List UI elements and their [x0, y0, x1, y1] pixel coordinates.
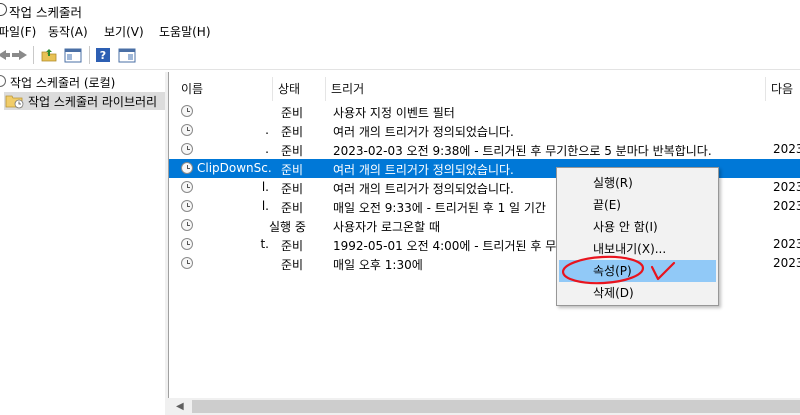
tree-item-task-scheduler-library[interactable]: 작업 스케줄러 라이브러리 — [4, 92, 165, 110]
menu-item-run[interactable]: 실행(R) — [559, 172, 716, 194]
list-header: 이름 상태 트리거 다음 — [169, 77, 800, 101]
task-clock-icon — [181, 124, 193, 136]
task-trigger: 사용자 지정 이벤트 필터 — [333, 106, 455, 120]
task-clock-icon — [181, 143, 193, 155]
task-clock-icon — [181, 162, 193, 174]
svg-text:?: ? — [100, 49, 106, 62]
task-name: ClipDownSc... — [197, 161, 273, 175]
task-status: 준비 — [281, 163, 304, 177]
column-header-triggers[interactable]: 트리거 — [326, 77, 766, 101]
task-next-run: 2023 — [773, 142, 800, 156]
task-clock-icon — [181, 238, 193, 250]
task-status: 준비 — [281, 182, 304, 196]
task-status: 준비 — [281, 125, 304, 139]
task-status: 준비 — [281, 144, 304, 158]
task-next-run: 2023 — [773, 237, 800, 251]
scrollbar-thumb[interactable] — [192, 400, 800, 413]
task-clock-icon — [181, 181, 193, 193]
back-arrow-icon[interactable] — [0, 46, 10, 64]
task-status: 준비 — [281, 106, 304, 120]
window-title: 작업 스케줄러 — [9, 5, 82, 20]
folder-clock-icon — [5, 95, 24, 109]
menu-action[interactable]: 동작(A) — [48, 23, 88, 40]
task-scheduler-icon — [0, 75, 6, 87]
menu-file[interactable]: 파일(F) — [0, 23, 36, 40]
scroll-left-icon[interactable]: ◀ — [176, 401, 184, 412]
menu-bar: 파일(F) 동작(A) 보기(V) 도움말(H) — [0, 21, 800, 41]
task-trigger: 여러 개의 트리거가 정의되었습니다. — [333, 125, 514, 139]
horizontal-scrollbar[interactable]: ◀ — [168, 398, 800, 415]
column-header-status[interactable]: 상태 — [273, 77, 326, 101]
task-name: . — [265, 142, 269, 156]
title-bar: 작업 스케줄러 — [0, 0, 800, 21]
menu-help[interactable]: 도움말(H) — [159, 23, 211, 40]
task-name: . — [265, 123, 269, 137]
folder-up-icon[interactable] — [40, 46, 58, 64]
show-hide-console-tree-icon[interactable] — [63, 46, 83, 64]
task-clock-icon — [181, 105, 193, 117]
forward-arrow-icon[interactable] — [10, 46, 28, 64]
tree-item-label: 작업 스케줄러 (로컬) — [10, 76, 116, 90]
context-menu: 실행(R) 끝(E) 사용 안 함(I) 내보내기(X)... 속성(P) 삭제… — [556, 167, 719, 306]
task-name: l. — [261, 199, 269, 213]
menu-item-delete[interactable]: 삭제(D) — [559, 282, 716, 304]
task-clock-icon — [181, 200, 193, 212]
menu-item-export[interactable]: 내보내기(X)... — [559, 238, 716, 260]
task-clock-icon — [181, 219, 193, 231]
show-hide-action-pane-icon[interactable] — [117, 46, 137, 64]
toolbar-separator — [33, 46, 34, 64]
task-next-run: 2023 — [773, 199, 800, 213]
menu-item-properties[interactable]: 속성(P) — [559, 260, 716, 282]
task-trigger: 2023-02-03 오전 9:38에 - 트리거된 후 무기한으로 5 분마다… — [333, 144, 712, 158]
toolbar: ? — [0, 41, 800, 70]
menu-view[interactable]: 보기(V) — [104, 23, 144, 40]
task-name: l. — [261, 180, 269, 194]
task-status: 준비 — [281, 239, 304, 253]
task-next-run: 2023 — [773, 180, 800, 194]
task-scheduler-app-icon — [0, 3, 7, 16]
toolbar-separator — [89, 46, 90, 64]
task-clock-icon — [181, 257, 193, 269]
table-row[interactable]: . 준비 2023-02-03 오전 9:38에 - 트리거된 후 무기한으로 … — [169, 140, 800, 159]
task-next-run: 2023 — [773, 256, 800, 270]
help-icon[interactable]: ? — [95, 46, 111, 64]
tree-item-label: 작업 스케줄러 라이브러리 — [28, 95, 158, 109]
task-status: 준비 — [281, 258, 304, 272]
column-header-next-run[interactable]: 다음 — [766, 77, 800, 101]
tree-item-task-scheduler-local[interactable]: 작업 스케줄러 (로컬) — [0, 73, 165, 91]
table-row[interactable]: 준비 사용자 지정 이벤트 필터 — [169, 102, 800, 121]
column-header-name[interactable]: 이름 — [176, 77, 273, 101]
task-status: 실행 중 — [269, 220, 306, 234]
table-row[interactable]: . 준비 여러 개의 트리거가 정의되었습니다. — [169, 121, 800, 140]
menu-item-end[interactable]: 끝(E) — [559, 194, 716, 216]
console-tree: 작업 스케줄러 (로컬) 작업 스케줄러 라이브러리 — [0, 72, 166, 415]
task-name: t. — [260, 237, 269, 251]
menu-item-disable[interactable]: 사용 안 함(I) — [559, 216, 716, 238]
task-status: 준비 — [281, 201, 304, 215]
